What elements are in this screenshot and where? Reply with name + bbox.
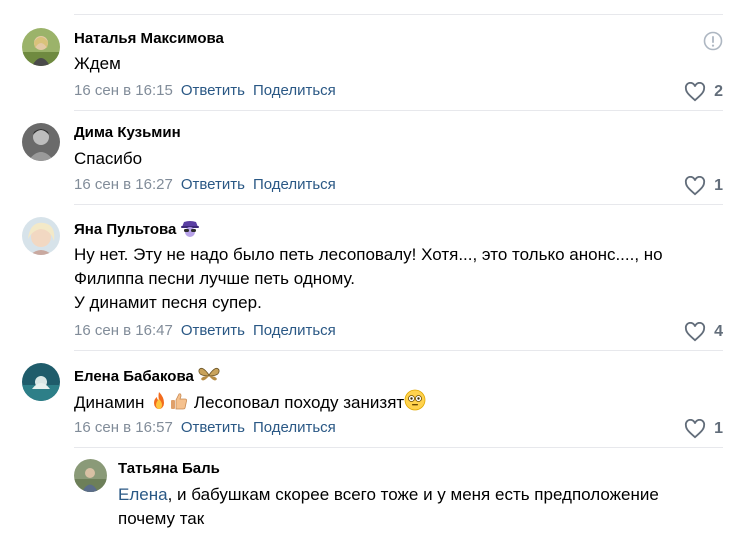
comment-time[interactable]: 16 сен в 16:57	[74, 419, 173, 436]
comment-author[interactable]: Дима Кузьмин	[74, 124, 181, 142]
heart-icon	[685, 176, 706, 196]
comment-meta: 16 сен в 16:27 Ответить Поделиться	[74, 176, 336, 194]
fire-emoji-icon	[149, 391, 169, 411]
comment-author[interactable]: Елена Бабакова	[74, 366, 220, 389]
share-button[interactable]: Поделиться	[253, 419, 336, 436]
comment-text: Динамин Лесоповал походу занизят	[74, 389, 426, 415]
flushed-face-emoji-icon	[404, 389, 426, 411]
author-name[interactable]: Елена Бабакова	[74, 368, 194, 385]
reply-button[interactable]: Ответить	[181, 176, 245, 193]
comment-separator	[74, 447, 723, 448]
comment-text-part: Динамин	[74, 393, 145, 412]
avatar[interactable]	[22, 217, 60, 255]
reply-button[interactable]: Ответить	[181, 419, 245, 436]
comment-text-line: У динамит песня супер.	[74, 293, 262, 312]
like-count: 2	[714, 83, 723, 100]
comment-separator	[74, 350, 723, 351]
butterfly-emoji-icon	[198, 366, 220, 389]
avatar[interactable]	[22, 28, 60, 66]
comment-separator	[74, 204, 723, 205]
avatar[interactable]	[74, 459, 107, 492]
comment-meta: 16 сен в 16:47 Ответить Поделиться	[74, 322, 336, 340]
comment-meta: 16 сен в 16:15 Ответить Поделиться	[74, 82, 336, 100]
heart-icon	[685, 82, 706, 102]
comment-text-part: Лесоповал походу занизят	[193, 393, 405, 412]
like-button[interactable]: 2	[684, 82, 723, 102]
avatar[interactable]	[22, 363, 60, 401]
avatar[interactable]	[22, 123, 60, 161]
share-button[interactable]: Поделиться	[253, 176, 336, 193]
comment-author[interactable]: Яна Пультова	[74, 219, 200, 242]
comment-text: Спасибо	[74, 149, 143, 168]
report-icon[interactable]	[703, 31, 723, 51]
comment-author[interactable]: Татьяна Баль	[118, 460, 220, 478]
comment-text: Елена, и бабушкам скорее всего тоже и у …	[118, 483, 718, 531]
like-count: 1	[714, 177, 723, 194]
comment-text-line: Елена, и бабушкам скорее всего тоже и у …	[118, 483, 718, 507]
like-count: 1	[714, 420, 723, 437]
mention-link[interactable]: Елена	[118, 485, 168, 504]
comment-time[interactable]: 16 сен в 16:27	[74, 176, 173, 193]
comment-meta: 16 сен в 16:57 Ответить Поделиться	[74, 419, 336, 437]
top-separator	[74, 14, 723, 15]
comment-author[interactable]: Наталья Максимова	[74, 30, 224, 48]
comment-text-line: почему так	[118, 509, 205, 528]
like-count: 4	[714, 323, 723, 340]
spy-emoji-icon	[180, 219, 200, 242]
share-button[interactable]: Поделиться	[253, 82, 336, 99]
comment-text-part: , и бабушкам скорее всего тоже и у меня …	[167, 485, 659, 504]
author-name[interactable]: Яна Пультова	[74, 221, 176, 238]
comment-text-line: Ну нет. Эту не надо было петь лесоповалу…	[74, 245, 663, 264]
like-button[interactable]: 1	[684, 419, 723, 439]
heart-icon	[685, 322, 706, 342]
heart-icon	[685, 419, 706, 439]
comment-text: Ждем	[74, 54, 121, 73]
reply-button[interactable]: Ответить	[181, 82, 245, 99]
like-button[interactable]: 1	[684, 176, 723, 196]
comment-separator	[74, 110, 723, 111]
comment-time[interactable]: 16 сен в 16:15	[74, 82, 173, 99]
like-button[interactable]: 4	[684, 322, 723, 342]
share-button[interactable]: Поделиться	[253, 322, 336, 339]
comment-text-line: Филиппа песни лучше петь одному.	[74, 269, 355, 288]
reply-button[interactable]: Ответить	[181, 322, 245, 339]
comment-text: Ну нет. Эту не надо было петь лесоповалу…	[74, 243, 714, 315]
thumbs-up-emoji-icon	[169, 391, 189, 411]
comment-time[interactable]: 16 сен в 16:47	[74, 322, 173, 339]
